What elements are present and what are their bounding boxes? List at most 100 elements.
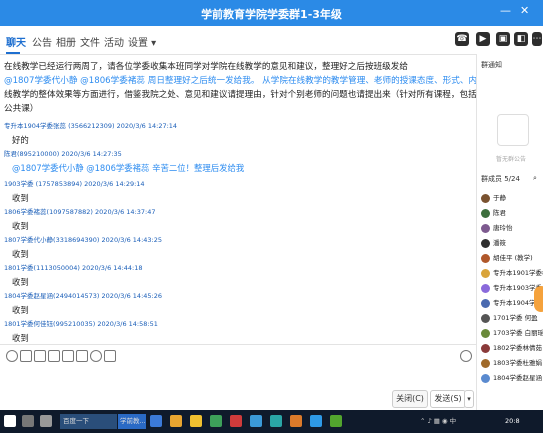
title-bar: 学前教育学院学委群1-3年级 — ✕ [0,0,543,26]
scissors-icon[interactable] [34,350,46,362]
announcement-line: 公共课） [4,104,39,114]
taskbar-item[interactable]: 百度一下 [60,414,117,429]
announcement-line: 在线教学已经运行两周了，请各位学委收集本班同学对学院在线教学的意见和建议，整理好… [4,62,408,72]
tab-activities[interactable]: 活动 [104,34,124,49]
video-icon[interactable]: ▶ [476,32,490,46]
member-item[interactable]: 胡佳平 (教学) [481,252,533,264]
member-item[interactable]: 1703学委 白丽瑶 [481,327,543,339]
clock: 20:8 [505,417,520,425]
member-name: 唐玲怡 [493,224,513,232]
member-item[interactable]: 唐玲怡 [481,222,513,234]
member-item[interactable]: 陈君 [481,207,506,219]
message-text: 收到 [12,305,29,315]
message-meta: 1804学委赵星涵(2494014573) 2020/3/6 14:45:26 [4,292,162,300]
send-button[interactable]: 发送(S) [430,390,466,408]
more-icon[interactable]: ⋯ [532,32,542,46]
member-search-icon[interactable]: ⌕ [533,174,537,183]
member-item[interactable]: 1701学委 何盈 [481,312,538,324]
notice-placeholder-text: 暂无群公告 [495,156,526,163]
message-text: 收到 [12,333,29,343]
message-text: 收到 [12,277,29,287]
mic-icon[interactable] [90,350,102,362]
task-view-icon[interactable] [22,415,34,427]
message-meta: 1903学委 (1757853894) 2020/3/6 14:29:14 [4,180,145,188]
notice-title: 群通知 [481,61,502,69]
close-button[interactable]: 关闭(C) [392,390,428,408]
folder-taskbar-icon[interactable] [170,415,182,427]
folder-icon[interactable] [48,350,60,362]
system-tray[interactable]: ⌃ ♪ ▦ ◉ 中 [420,414,500,429]
member-name: 胡佳平 (教学) [493,254,533,262]
member-name: 1703学委 白丽瑶 [493,329,543,337]
app-icon[interactable]: ◧ [514,32,528,46]
send-options-dropdown[interactable]: ▾ [464,390,474,408]
tab-bar: 聊天 公告 相册 文件 活动 设置 ▾ ☎ ▶ ▣ ◧ ⋯ [0,26,543,55]
avatar [481,328,490,338]
avatar [481,193,490,203]
message-meta: 1801学委何佳钰(995210035) 2020/3/6 14:58:51 [4,320,158,328]
member-name: 1803学委杜雅娟 [493,359,543,367]
taskbar-item-active[interactable]: 学前教... [118,414,146,429]
tab-chat[interactable]: 聊天 [6,34,26,49]
input-toolbar [0,344,476,365]
avatar [481,208,490,218]
member-item[interactable]: 1804学委赵星涵 [481,372,542,384]
app-icon[interactable] [250,415,262,427]
tab-files[interactable]: 文件 [80,34,100,49]
gif-icon[interactable] [20,350,32,362]
window-title: 学前教育学院学委群1-3年级 [201,8,342,21]
image-icon[interactable] [62,350,74,362]
app-icon[interactable] [270,415,282,427]
member-item[interactable]: 于静 [481,192,506,204]
history-icon[interactable] [460,350,472,362]
avatar [481,358,490,368]
avatar [481,238,490,248]
message-text: @1807学委代小静 @1806学委褚蕊 辛苦二位！整理后发给我 [12,163,245,173]
member-item[interactable]: 专升本1904学委 [481,297,542,309]
emoji-icon[interactable] [6,350,18,362]
message-text: 收到 [12,221,29,231]
member-item[interactable]: 专升本1901学委杨泓 [481,267,543,279]
avatar [481,223,490,233]
app-icon[interactable] [290,415,302,427]
screen-icon[interactable]: ▣ [496,32,510,46]
message-text: 收到 [12,249,29,259]
phone-icon[interactable]: ☎ [455,32,469,46]
member-name: 陈君 [493,209,506,217]
app-icon[interactable] [330,415,342,427]
tab-settings[interactable]: 设置 ▾ [128,34,156,49]
app-icon[interactable] [150,415,162,427]
member-item[interactable]: 1802学委林倩茹 [481,342,542,354]
avatar [481,298,490,308]
windows-start-icon[interactable] [4,415,16,427]
minimize-icon[interactable]: — [500,4,511,17]
gift-icon[interactable] [76,350,88,362]
avatar [481,283,490,293]
avatar [481,373,490,383]
group-sidebar: 群通知 暂无群公告 群成员 5/24 ⌕ 于静 陈君 唐玲怡 潘筱 胡佳平 (教… [476,54,543,410]
notice-placeholder-icon [497,114,529,146]
floating-assistant-icon[interactable] [534,286,543,312]
search-taskbar-icon[interactable] [40,415,52,427]
announcement-line: @1807学委代小静 @1806学委褚蕊 周日整理好之后统一发给我。 从学院在线… [4,76,476,86]
avatar [481,343,490,353]
tab-album[interactable]: 相册 [56,34,76,49]
message-text: 收到 [12,193,29,203]
message-meta: 专升本1904学委张蕊 (3566212309) 2020/3/6 14:27:… [4,122,178,130]
avatar [481,268,490,278]
member-item[interactable]: 1803学委杜雅娟 [481,357,542,369]
close-icon[interactable]: ✕ [520,4,529,17]
chat-history[interactable]: 在线教学已经运行两周了，请各位学委收集本班同学对学院在线教学的意见和建议，整理好… [0,54,476,344]
app-icon[interactable] [210,415,222,427]
member-name: 潘筱 [493,239,506,247]
member-name: 1804学委赵星涵 [493,374,543,382]
message-meta: 1806学委褚蕊(1097587882) 2020/3/6 14:37:47 [4,208,156,216]
member-name: 1802学委林倩茹 [493,344,543,352]
avatar [481,253,490,263]
tab-announcement[interactable]: 公告 [32,34,52,49]
more-tools-icon[interactable] [104,350,116,362]
app-icon[interactable] [230,415,242,427]
member-item[interactable]: 潘筱 [481,237,506,249]
qq-taskbar-icon[interactable] [310,415,322,427]
app-icon[interactable] [190,415,202,427]
